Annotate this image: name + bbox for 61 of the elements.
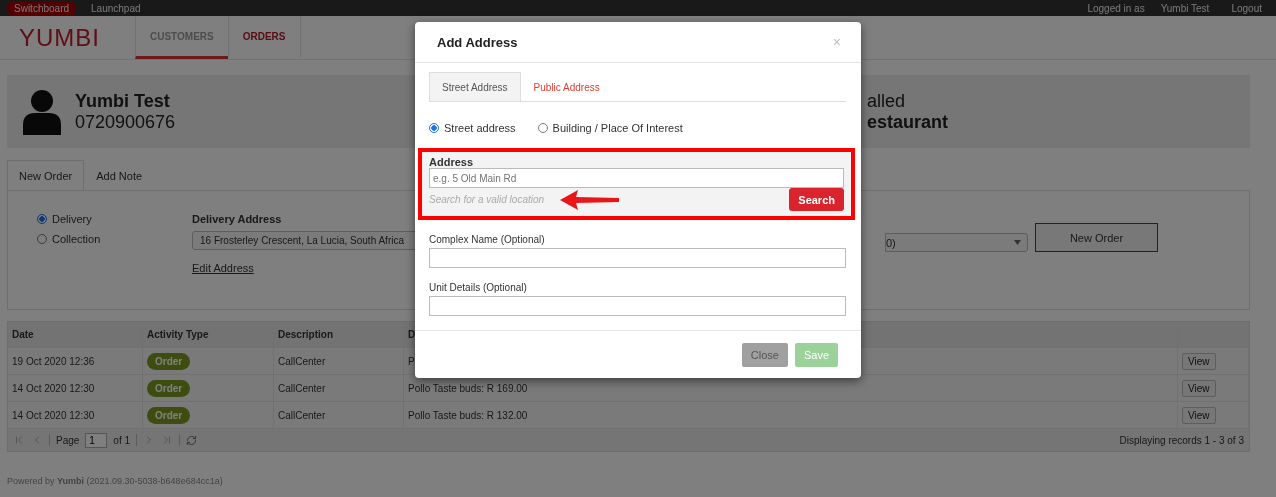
text-input[interactable] [429, 296, 846, 316]
table-cell: CallCenter [274, 402, 404, 428]
view-button[interactable]: View [1182, 352, 1216, 370]
radio-button[interactable] [537, 123, 548, 133]
logged-in-label: Logged in as [1087, 2, 1145, 14]
column-header: Date [8, 322, 143, 347]
new-order-button[interactable]: New Order [1035, 223, 1158, 252]
search-button[interactable]: Search [789, 188, 844, 211]
table-cell: CallCenter [274, 375, 404, 401]
option-select[interactable]: 0) [885, 233, 1028, 252]
customer-phone: 0720900676 [75, 111, 176, 133]
call-status: alled [867, 90, 907, 112]
records-summary: Displaying records 1 - 3 of 3 [1119, 434, 1244, 446]
close-button[interactable]: Close [741, 342, 788, 367]
address-type-option[interactable]: Building / Place Of Interest [537, 122, 683, 134]
address-input[interactable]: e.g. 5 Old Main Rd [429, 168, 844, 188]
nav-tab[interactable]: ORDERS [227, 16, 301, 59]
page-input[interactable]: 1 [85, 432, 108, 448]
page-count: of 1 [113, 434, 131, 446]
order-tab[interactable]: New Order [7, 160, 85, 190]
top-nav-link[interactable]: Launchpad [85, 1, 147, 15]
text-input[interactable] [429, 248, 846, 268]
column-header: Activity Type [143, 322, 274, 347]
edit-address-link[interactable]: Edit Address [192, 262, 254, 274]
address-tab[interactable]: Street Address [429, 72, 521, 101]
user-link[interactable]: Yumbi Test [1154, 1, 1216, 15]
radio-button[interactable] [37, 214, 47, 224]
page-label: Page [56, 434, 80, 446]
activity-badge: Order [147, 406, 191, 424]
radio-button[interactable] [37, 234, 47, 244]
refresh-icon[interactable] [186, 434, 198, 446]
customer-name: Yumbi Test [75, 90, 171, 112]
activity-badge: Order [147, 352, 191, 370]
dropdown-caret-icon [1014, 240, 1021, 245]
restaurant-name: estaurant [867, 111, 950, 133]
field-label: Unit Details (Optional) [429, 282, 528, 293]
table-cell: Pollo Taste buds: R 132.00 [404, 402, 1178, 428]
logout-link[interactable]: Logout [1225, 1, 1268, 15]
order-tab[interactable]: Add Note [84, 160, 155, 190]
table-cell: 14 Oct 2020 12:30 [8, 402, 143, 428]
view-button[interactable]: View [1182, 379, 1216, 397]
activity-badge: Order [147, 379, 191, 397]
arrow-icon [560, 188, 621, 211]
table-cell: 14 Oct 2020 12:30 [8, 375, 143, 401]
first-page-icon[interactable] [13, 434, 25, 446]
view-button[interactable]: View [1182, 406, 1216, 424]
address-tab[interactable]: Public Address [520, 72, 613, 101]
logo: YUMBI [18, 22, 101, 53]
address-label: Address [429, 156, 475, 168]
address-type-option[interactable]: Street address [429, 122, 516, 134]
table-cell: 19 Oct 2020 12:36 [8, 348, 143, 374]
method-option[interactable]: Delivery [37, 213, 192, 225]
method-option[interactable]: Collection [37, 233, 192, 245]
table-cell: CallCenter [274, 348, 404, 374]
radio-button[interactable] [429, 123, 439, 133]
person-icon [21, 88, 63, 135]
dialog-title: Add Address [437, 34, 518, 50]
hint-text: Search for a valid location [429, 194, 545, 205]
address-heading: Delivery Address [192, 213, 283, 225]
top-nav-link[interactable]: Switchboard [8, 1, 76, 15]
column-header: Description [274, 322, 404, 347]
